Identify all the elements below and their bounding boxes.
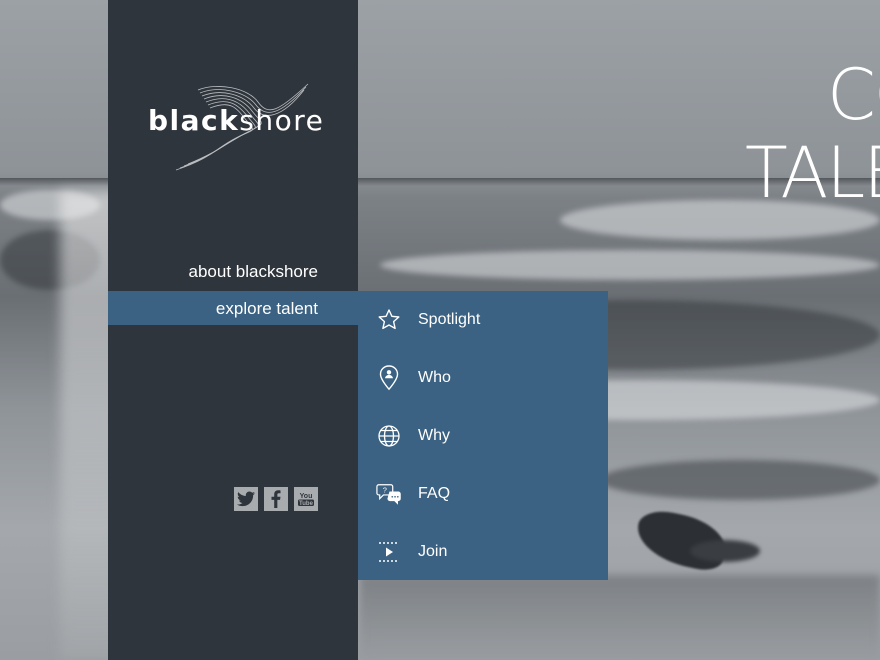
submenu-item-label: Why	[418, 427, 450, 444]
svg-text:You: You	[300, 493, 313, 500]
youtube-icon[interactable]: You Tube	[294, 487, 318, 511]
sidebar: blackshore about blackshore explore tale…	[108, 0, 358, 660]
submenu-item-label: Spotlight	[418, 311, 481, 328]
nav-explore-talent[interactable]: explore talent	[216, 299, 318, 319]
explore-talent-submenu: Spotlight Who Why ? FAQ Join	[358, 291, 608, 580]
nav-about-blackshore[interactable]: about blackshore	[189, 262, 318, 282]
logo-wordmark: blackshore	[148, 104, 324, 137]
svg-text:?: ?	[383, 486, 387, 495]
svg-text:Tube: Tube	[299, 501, 314, 507]
facebook-icon[interactable]	[264, 487, 288, 511]
submenu-item-join[interactable]: Join	[358, 523, 608, 581]
person-pin-icon	[376, 365, 402, 391]
submenu-item-spotlight[interactable]: Spotlight	[358, 291, 608, 349]
submenu-item-why[interactable]: Why	[358, 407, 608, 465]
logo-wordmark-regular: shore	[239, 104, 325, 137]
play-icon	[376, 539, 402, 565]
logo-wordmark-bold: black	[148, 104, 240, 137]
hero-headline: CO TALE	[745, 55, 880, 215]
submenu-item-label: Join	[418, 543, 448, 560]
submenu-item-faq[interactable]: ? FAQ	[358, 465, 608, 523]
submenu-item-label: FAQ	[418, 485, 451, 502]
globe-icon	[376, 423, 402, 449]
twitter-icon[interactable]	[234, 487, 258, 511]
star-icon	[376, 307, 402, 333]
hero-headline-line2: TALE	[745, 132, 880, 214]
submenu-item-who[interactable]: Who	[358, 349, 608, 407]
submenu-item-label: Who	[418, 369, 451, 386]
hero-headline-line1: CO	[827, 55, 880, 136]
chat-question-icon: ?	[376, 481, 402, 507]
logo[interactable]: blackshore	[148, 82, 338, 172]
social-links: You Tube	[234, 487, 318, 511]
